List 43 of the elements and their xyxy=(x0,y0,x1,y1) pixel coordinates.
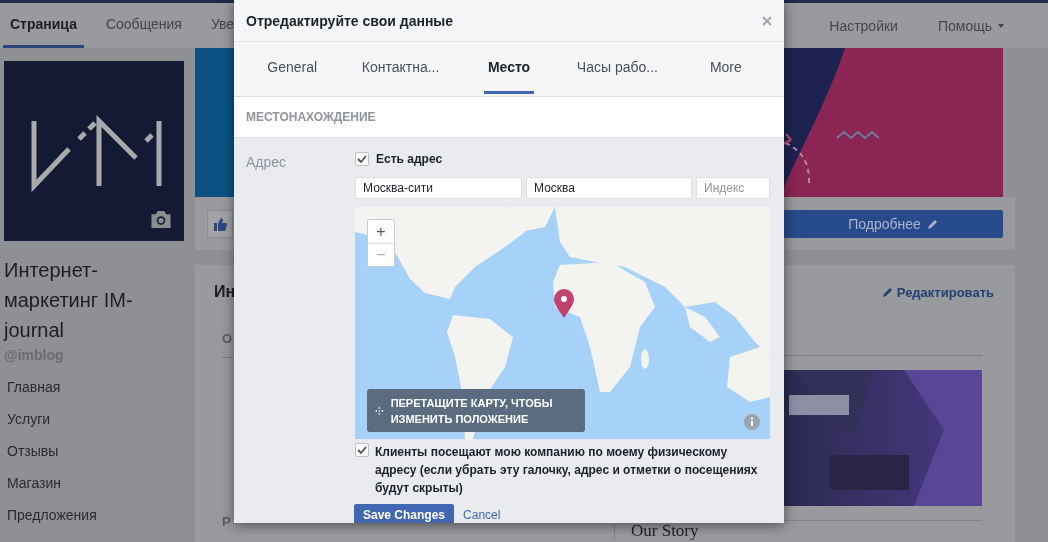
edit-link[interactable]: Редактировать xyxy=(896,284,994,300)
checkbox-label: Есть адрес xyxy=(376,152,443,166)
nav-link[interactable]: Настройки xyxy=(829,17,898,34)
section-label: Р xyxy=(222,514,231,530)
dialog-tab[interactable]: General xyxy=(263,42,322,94)
nav-link[interactable]: Помощь xyxy=(937,17,992,34)
save-button[interactable]: Save Changes xyxy=(354,504,455,523)
sidebar-item[interactable]: Услуги xyxy=(7,411,190,427)
dialog-tab[interactable]: Контактна... xyxy=(357,42,444,94)
pencil-icon xyxy=(881,286,893,298)
sidebar-item[interactable]: Предложения xyxy=(7,507,190,523)
like-button[interactable] xyxy=(207,209,233,238)
caret-icon xyxy=(998,23,1004,28)
sidebar-item[interactable]: Магазин xyxy=(7,475,190,491)
checkbox-label: Клиенты посещают мою компанию по моему физическому адресу (если убрать эту галочку, адрес и отметки о посещениях будут скрыты) xyxy=(375,444,759,497)
dialog-tab[interactable]: Место xyxy=(483,42,535,94)
input-field[interactable]: Индекс xyxy=(696,177,770,199)
info-icon[interactable] xyxy=(744,414,760,430)
dialog-title: Отредактируйте свои данные xyxy=(246,12,454,29)
page-name: Интернет-маркетинг IM-journal xyxy=(4,258,134,343)
hint-text: ПЕРЕТАЩИТЕ КАРТУ, ЧТОБЫ ИЗМЕНИТЬ ПОЛОЖЕНИЕ xyxy=(390,395,554,427)
pencil-icon xyxy=(926,217,938,230)
nav-tab[interactable]: Сообщения xyxy=(98,3,189,48)
cancel-link[interactable]: Cancel xyxy=(463,508,501,522)
input-field[interactable]: Москва xyxy=(526,177,692,199)
checkbox[interactable] xyxy=(355,152,369,166)
sidebar-item[interactable]: Отзывы xyxy=(7,443,190,459)
zoom-out-button[interactable]: − xyxy=(368,243,394,266)
input-field[interactable]: Москва-сити xyxy=(355,177,522,199)
dialog-tab[interactable]: More xyxy=(705,42,746,94)
section-label: О xyxy=(222,331,233,347)
section-heading: МЕСТОНАХОЖДЕНИЕ xyxy=(234,97,784,138)
close-icon[interactable] xyxy=(762,15,772,26)
more-button[interactable]: Подробнее xyxy=(783,209,1003,238)
card-title: Ин xyxy=(214,283,236,301)
address-label: Адрес xyxy=(246,154,288,172)
pin-icon xyxy=(554,289,574,318)
dialog-tab[interactable]: Часы рабо... xyxy=(572,42,662,94)
checkbox[interactable] xyxy=(355,443,369,457)
nav-tab[interactable]: Страница xyxy=(3,3,84,48)
sidebar-item[interactable]: Главная xyxy=(7,379,190,395)
zoom-in-button[interactable]: + xyxy=(368,220,394,243)
thumb-icon xyxy=(213,216,227,231)
